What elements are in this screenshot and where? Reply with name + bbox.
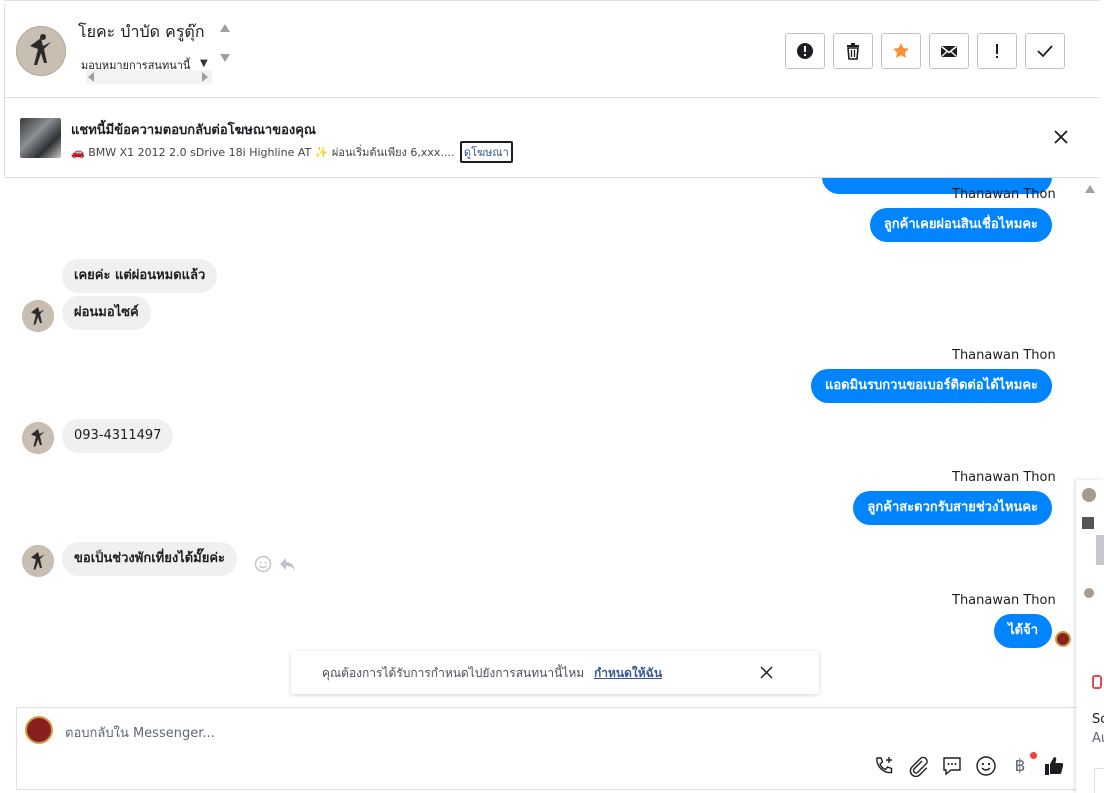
message-thread[interactable]: Thanawan Thon ลูกค้าเคยผ่อนสินเชื่อไหมคะ… — [4, 178, 1080, 703]
payment-button[interactable]: ฿ — [1009, 752, 1037, 776]
panel-text: Sc — [1092, 712, 1104, 727]
scroll-down-arrow[interactable] — [220, 54, 230, 62]
avatar — [1084, 588, 1094, 598]
message-bubble-incoming: ขอเป็นช่วงพักเที่ยงได้มั๊ยค่ะ — [62, 542, 238, 576]
checkmark-icon — [1037, 45, 1053, 58]
message-bubble-outgoing: ลูกค้าเคยผ่อนสินเชื่อไหมคะ — [869, 208, 1052, 242]
ad-thumbnail — [1082, 517, 1094, 529]
attachment-icon[interactable] — [907, 755, 929, 777]
contact-info: โยคะ บำบัด ครูตุ๊ก มอบหมายการสนทนานี้ ▼ — [78, 18, 233, 88]
thumbs-up-icon[interactable] — [1043, 755, 1065, 777]
alert-circle-icon — [797, 43, 813, 59]
reminder-question: คุณต้องการได้รับการกำหนดไปยังการสนทนานี้… — [322, 666, 585, 680]
scroll-right-arrow[interactable] — [202, 72, 208, 82]
sender-name: Thanawan Thon — [952, 593, 1056, 608]
contact-avatar[interactable] — [16, 26, 66, 76]
close-icon[interactable] — [1052, 128, 1070, 146]
message-bubble-incoming: 093-4311497 — [62, 419, 174, 453]
message-composer: ตอบกลับใน Messenger... ฿ — [16, 707, 1086, 790]
reply-input[interactable]: ตอบกลับใน Messenger... — [65, 722, 215, 743]
message-bubble-incoming: เคยค่ะ แต่ผ่อนหมดแล้ว — [62, 259, 218, 293]
message-bubble-outgoing: ลูกค้าสะดวกรับสายช่วงไหนคะ — [853, 491, 1052, 525]
star-icon — [893, 43, 909, 58]
exclamation-icon — [996, 44, 998, 58]
view-ad-link[interactable]: ดูโฆษณา — [459, 141, 513, 163]
contact-avatar-small — [22, 422, 54, 454]
phone-add-icon[interactable] — [873, 755, 895, 777]
panel-box — [1094, 768, 1104, 793]
ad-description: 🚗 BMW X1 2012 2.0 sDrive 18i Highline AT… — [71, 146, 455, 159]
image-preview — [1096, 535, 1104, 565]
avatar — [1082, 488, 1096, 502]
reminder-text: คุณต้องการได้รับการกำหนดไปยังการสนทนานี้… — [322, 664, 662, 683]
delete-button[interactable] — [833, 33, 873, 69]
assign-to-me-link[interactable]: กำหนดให้ฉัน — [594, 666, 662, 680]
ad-banner-subtitle: 🚗 BMW X1 2012 2.0 sDrive 18i Highline AT… — [71, 141, 513, 163]
seen-indicator-avatar — [1055, 631, 1071, 647]
ad-banner-title: แชทนี้มีข้อความตอบกลับต่อโฆษณาของคุณ — [71, 123, 316, 138]
sender-name: Thanawan Thon — [952, 187, 1056, 202]
baht-icon: ฿ — [1014, 756, 1026, 776]
star-button[interactable] — [881, 33, 921, 69]
panel-text: Au — [1092, 731, 1104, 746]
page-avatar — [25, 716, 53, 744]
conversation-header: โยคะ บำบัด ครูตุ๊ก มอบหมายการสนทนานี้ ▼ — [4, 4, 1100, 98]
message-bubble-outgoing: ได้จ้า — [994, 614, 1052, 648]
mark-unread-button[interactable] — [929, 33, 969, 69]
sender-name: Thanawan Thon — [952, 470, 1056, 485]
conversation-toolbar — [785, 33, 1065, 69]
side-panel-edge: Sc Au — [1076, 480, 1104, 793]
contact-name[interactable]: โยคะ บำบัด ครูตุ๊ก — [78, 20, 205, 45]
scroll-up-arrow[interactable] — [220, 24, 230, 32]
sender-name: Thanawan Thon — [952, 348, 1056, 363]
message-bubble-incoming: ผ่อนมอไซค์ — [62, 296, 151, 330]
important-button[interactable] — [977, 33, 1017, 69]
contact-avatar-small — [22, 545, 54, 577]
ad-reply-banner: แชทนี้มีข้อความตอบกลับต่อโฆษณาของคุณ 🚗 B… — [4, 98, 1100, 178]
close-icon[interactable] — [759, 665, 774, 680]
assign-reminder: คุณต้องการได้รับการกำหนดไปยังการสนทนานี้… — [291, 651, 819, 694]
message-actions — [254, 555, 296, 573]
scroll-up-arrow[interactable] — [1085, 185, 1095, 193]
ad-thumbnail[interactable] — [20, 118, 61, 158]
composer-tools: ฿ — [873, 752, 1065, 777]
envelope-icon — [941, 45, 957, 57]
emoji-reaction-icon[interactable] — [254, 555, 272, 573]
contact-avatar-small — [22, 300, 54, 332]
trash-icon — [847, 43, 859, 60]
report-button[interactable] — [785, 33, 825, 69]
caret-down-icon[interactable]: ▼ — [200, 58, 208, 69]
horizontal-scrollbar[interactable] — [86, 70, 212, 84]
clipboard-icon — [1092, 675, 1102, 689]
scroll-left-arrow[interactable] — [88, 72, 94, 82]
reply-icon[interactable] — [278, 555, 296, 573]
emoji-icon[interactable] — [975, 755, 997, 777]
message-bubble-outgoing: แอดมินรบกวนขอเบอร์ติดต่อได้ไหมคะ — [810, 369, 1052, 403]
saved-reply-icon[interactable] — [941, 755, 963, 777]
mark-done-button[interactable] — [1025, 33, 1065, 69]
notification-dot — [1030, 752, 1037, 759]
